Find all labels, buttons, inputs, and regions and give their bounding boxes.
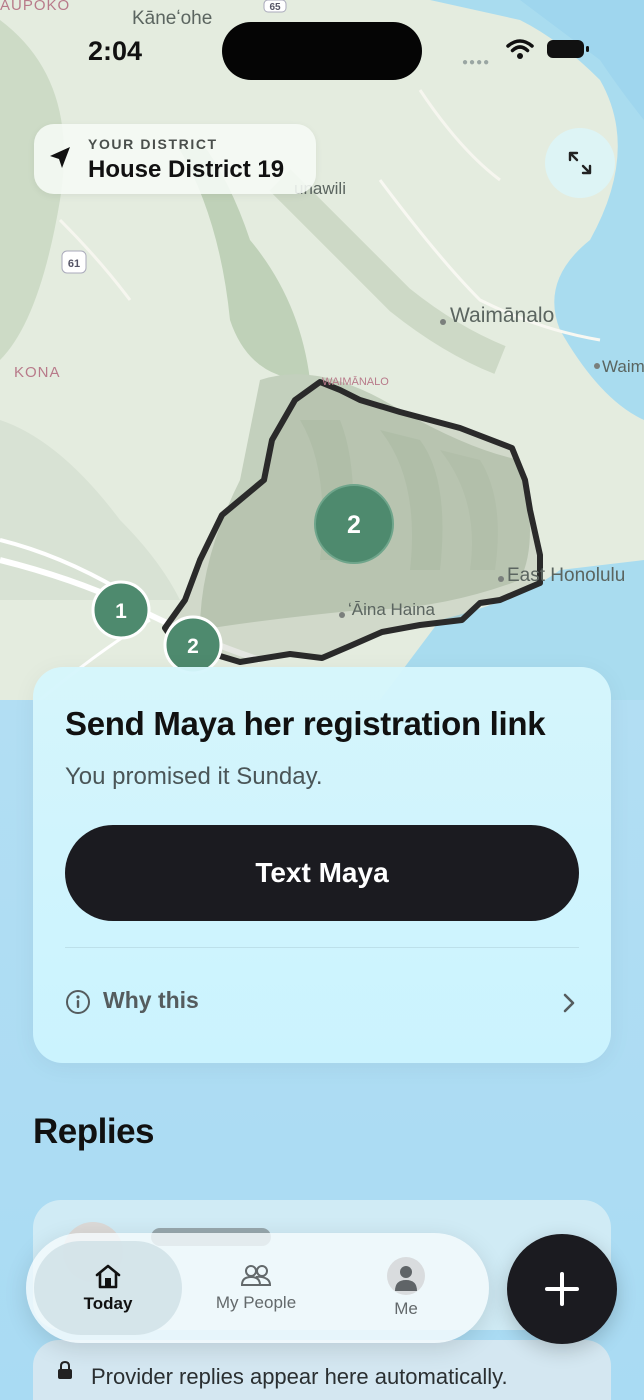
add-button[interactable]: [507, 1234, 617, 1344]
cluster-count: 2: [347, 511, 361, 539]
expand-map-button[interactable]: [545, 128, 615, 198]
house-icon: [95, 1264, 121, 1289]
status-time: 2:04: [88, 36, 143, 66]
why-this-label: Why this: [103, 987, 199, 1013]
battery-icon: [547, 40, 589, 58]
route-65-label: 65: [269, 2, 281, 13]
tab-today[interactable]: Today: [34, 1241, 182, 1335]
plus-icon: [507, 1234, 617, 1344]
location-arrow-icon: [50, 147, 70, 168]
tab-label: Me: [394, 1299, 418, 1318]
screen: 61 65 Kāneʻohe AUPOKO KONA Waimānalo WAI…: [0, 0, 644, 1400]
card-subtitle: You promised it Sunday.: [65, 763, 323, 790]
dynamic-island: [222, 22, 422, 80]
lock-icon: [58, 1360, 72, 1379]
tab-label: My People: [215, 1293, 297, 1312]
divider: [65, 947, 579, 948]
cluster-count: 2: [187, 635, 199, 658]
label-east-honolulu: East Honolulu: [507, 565, 625, 586]
status-icons: [506, 38, 590, 60]
text-maya-button[interactable]: Text Maya: [65, 825, 579, 921]
tab-my-people[interactable]: My People: [186, 1241, 326, 1335]
district-chip[interactable]: YOUR DISTRICT House District 19: [34, 124, 316, 194]
chevron-right-icon: [563, 993, 575, 1013]
cluster-marker[interactable]: 2: [314, 484, 394, 564]
label-waim-edge: Waim: [602, 357, 644, 376]
cluster-marker[interactable]: 2: [163, 615, 223, 675]
cluster-count: 1: [115, 600, 127, 623]
tab-label: Today: [83, 1294, 133, 1313]
notice-text: Provider replies appear here automatical…: [91, 1364, 508, 1389]
status-dots: ●●●●: [462, 57, 491, 68]
cluster-marker[interactable]: 1: [91, 580, 151, 640]
label-waimanalo-small: WAIMĀNALO: [322, 376, 389, 388]
map[interactable]: 61 65 Kāneʻohe AUPOKO KONA Waimānalo WAI…: [0, 0, 644, 700]
label-aina-haina: ʻĀina Haina: [348, 600, 435, 619]
label-kona: KONA: [14, 364, 61, 381]
tab-me[interactable]: Me: [336, 1241, 476, 1335]
provider-notice: Provider replies appear here automatical…: [33, 1340, 611, 1400]
label-kaupoko: AUPOKO: [0, 0, 70, 14]
wifi-icon: [506, 39, 534, 59]
card-title: Send Maya her registration link: [65, 705, 546, 742]
action-card: Send Maya her registration link You prom…: [33, 667, 611, 1063]
replies-heading: Replies: [33, 1112, 155, 1151]
district-name: House District 19: [88, 156, 285, 183]
route-61-label: 61: [68, 258, 80, 270]
people-icon: [240, 1265, 272, 1286]
person-icon: [387, 1257, 425, 1295]
tab-bar: Today My People Me: [26, 1233, 489, 1343]
why-this-row[interactable]: Why this: [65, 983, 579, 1023]
district-eyebrow: YOUR DISTRICT: [88, 136, 218, 152]
label-waimanalo: Waimānalo: [450, 304, 554, 327]
expand-icon: [568, 151, 592, 175]
label-kaneohe: Kāneʻohe: [132, 8, 212, 29]
info-icon: [66, 990, 90, 1014]
